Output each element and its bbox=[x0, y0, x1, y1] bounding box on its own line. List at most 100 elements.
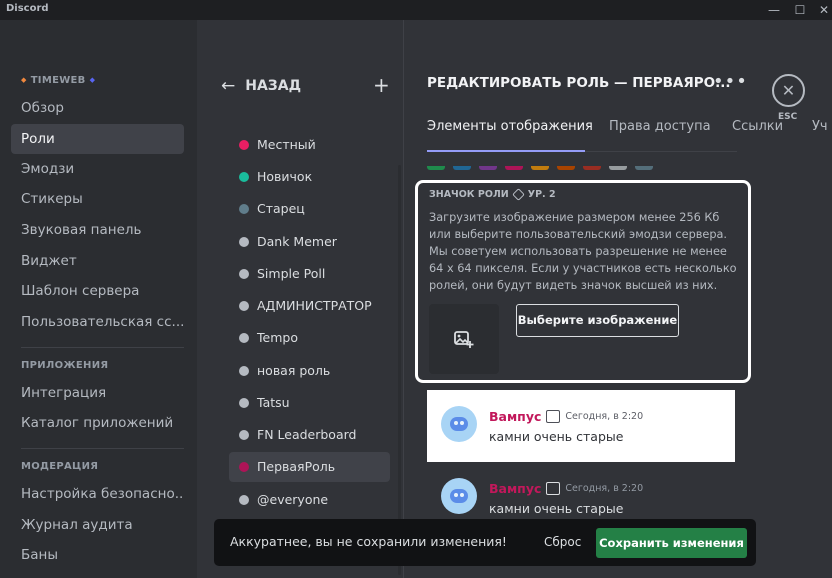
color-swatch[interactable] bbox=[557, 166, 575, 170]
role-icon-placeholder-icon bbox=[546, 410, 561, 423]
sidebar-item-emoji[interactable]: Эмодзи bbox=[11, 154, 184, 184]
more-icon[interactable]: ••• bbox=[713, 71, 748, 92]
tab-display[interactable]: Элементы отображения bbox=[427, 119, 593, 134]
role-color-dot bbox=[239, 462, 249, 472]
color-swatch[interactable] bbox=[479, 166, 497, 170]
role-color-dot bbox=[239, 430, 249, 440]
boost-gem-icon bbox=[511, 188, 525, 201]
unsaved-warning: Аккуратнее, вы не сохранили изменения! bbox=[230, 534, 507, 549]
role-item[interactable]: Старец bbox=[229, 194, 390, 224]
role-item[interactable]: Tatsu bbox=[229, 388, 390, 418]
maximize-button[interactable]: ☐ bbox=[788, 0, 812, 20]
role-name: Местный bbox=[257, 137, 316, 152]
role-item[interactable]: FN Leaderboard bbox=[229, 420, 390, 450]
scrollbar[interactable] bbox=[398, 165, 401, 575]
minimize-button[interactable]: — bbox=[762, 0, 786, 20]
sidebar-item-audit-log[interactable]: Журнал аудита bbox=[11, 510, 184, 540]
role-name: Simple Poll bbox=[257, 266, 326, 281]
role-color-dot bbox=[239, 172, 249, 182]
moderation-heading: МОДЕРАЦИЯ bbox=[21, 461, 99, 472]
active-tab-indicator bbox=[427, 150, 585, 152]
sidebar-item-safety-setup[interactable]: Настройка безопасно... bbox=[11, 479, 184, 509]
message-author: Вампус bbox=[489, 481, 542, 496]
role-item[interactable]: Tempo bbox=[229, 323, 390, 353]
close-window-button[interactable]: ✕ bbox=[812, 0, 832, 20]
role-icon-card: ЗНАЧОК РОЛИ УР. 2 Загрузите изображение … bbox=[415, 180, 751, 383]
sidebar-divider bbox=[21, 448, 184, 449]
role-item[interactable]: Simple Poll bbox=[229, 259, 390, 289]
color-swatch[interactable] bbox=[453, 166, 471, 170]
preview-message: Вампус Сегодня, в 2:20 камни очень стары… bbox=[441, 406, 643, 444]
color-swatch[interactable] bbox=[505, 166, 523, 170]
sidebar-item-bans[interactable]: Баны bbox=[11, 540, 184, 570]
sidebar-item-widget[interactable]: Виджет bbox=[11, 246, 184, 276]
sidebar-item-custom-link[interactable]: Пользовательская сс... bbox=[11, 307, 184, 337]
sidebar-item-server-template[interactable]: Шаблон сервера bbox=[11, 276, 184, 306]
role-name: Новичок bbox=[257, 169, 313, 184]
tab-links[interactable]: Ссылки bbox=[732, 119, 783, 134]
arrow-left-icon: ← bbox=[221, 76, 236, 96]
message-text: камни очень старые bbox=[489, 501, 624, 516]
tab-permissions[interactable]: Права доступа bbox=[609, 119, 711, 134]
unsaved-changes-bar: Аккуратнее, вы не сохранили изменения! С… bbox=[214, 519, 756, 566]
role-name: Старец bbox=[257, 201, 305, 216]
sidebar-item-integrations[interactable]: Интеграция bbox=[11, 378, 184, 408]
page-title: РЕДАКТИРОВАТЬ РОЛЬ — ПЕРВАЯРО... bbox=[427, 75, 731, 91]
message-text: камни очень старые bbox=[489, 429, 624, 444]
role-item[interactable]: ПерваяРоль bbox=[229, 452, 390, 482]
role-name: Tatsu bbox=[257, 395, 290, 410]
sidebar-item-soundboard[interactable]: Звуковая панель bbox=[11, 215, 184, 245]
preview-message: Вампус Сегодня, в 2:20 камни очень стары… bbox=[441, 478, 643, 516]
sidebar-item-roles[interactable]: Роли bbox=[11, 124, 184, 154]
sidebar-item-stickers[interactable]: Стикеры bbox=[11, 184, 184, 214]
message-author: Вампус bbox=[489, 409, 542, 424]
avatar bbox=[441, 406, 477, 442]
choose-image-button[interactable]: Выберите изображение bbox=[516, 304, 679, 337]
role-item[interactable]: Новичок bbox=[229, 162, 390, 192]
icon-upload-area[interactable] bbox=[429, 304, 499, 374]
tab-members[interactable]: Уч bbox=[812, 119, 828, 134]
role-color-dot bbox=[239, 204, 249, 214]
server-name-heading: ◆ TIMEWEB ◆ bbox=[21, 75, 96, 86]
role-name: Tempo bbox=[257, 330, 298, 345]
color-swatch[interactable] bbox=[427, 166, 445, 170]
color-swatch[interactable] bbox=[583, 166, 601, 170]
title-bar: Discord — ☐ ✕ bbox=[0, 0, 832, 20]
apps-heading: ПРИЛОЖЕНИЯ bbox=[21, 360, 109, 371]
image-add-icon bbox=[454, 331, 474, 348]
role-icon-description: Загрузите изображение размером менее 256… bbox=[429, 211, 737, 292]
sidebar-item-overview[interactable]: Обзор bbox=[11, 93, 184, 123]
role-item[interactable]: новая роль bbox=[229, 356, 390, 386]
save-changes-button[interactable]: Сохранить изменения bbox=[596, 528, 747, 558]
boost-diamond-icon: ◆ bbox=[21, 76, 27, 84]
role-icon-heading: ЗНАЧОК РОЛИ УР. 2 bbox=[429, 188, 556, 201]
role-item[interactable]: АДМИНИСТРАТОР bbox=[229, 291, 390, 321]
color-swatch[interactable] bbox=[635, 166, 653, 170]
role-item[interactable]: Dank Memer bbox=[229, 227, 390, 257]
back-label: НАЗАД bbox=[245, 78, 302, 94]
role-name: новая роль bbox=[257, 363, 331, 378]
color-swatch[interactable] bbox=[609, 166, 627, 170]
role-color-dot bbox=[239, 333, 249, 343]
role-name: FN Leaderboard bbox=[257, 427, 357, 442]
back-button[interactable]: ← НАЗАД bbox=[221, 76, 301, 96]
level-badge: УР. 2 bbox=[511, 188, 556, 201]
role-item[interactable]: Местный bbox=[229, 130, 390, 160]
role-name: АДМИНИСТРАТОР bbox=[257, 298, 372, 313]
reset-button[interactable]: Сброс bbox=[544, 535, 581, 549]
role-color-dot bbox=[239, 301, 249, 311]
sidebar-item-app-directory[interactable]: Каталог приложений bbox=[11, 408, 184, 438]
plus-icon[interactable]: + bbox=[373, 73, 390, 97]
role-color-dot bbox=[239, 398, 249, 408]
message-timestamp: Сегодня, в 2:20 bbox=[565, 411, 644, 422]
color-swatch[interactable] bbox=[531, 166, 549, 170]
roles-list-panel: ← НАЗАД + Местный Новичок Старец Dank Memer… bbox=[197, 20, 404, 578]
message-timestamp: Сегодня, в 2:20 bbox=[565, 483, 644, 494]
boost-diamond-icon: ◆ bbox=[89, 76, 96, 84]
role-item[interactable]: @everyone bbox=[229, 485, 390, 515]
sidebar-divider bbox=[21, 347, 184, 348]
role-color-dot bbox=[239, 269, 249, 279]
role-name: Dank Memer bbox=[257, 234, 337, 249]
role-name: @everyone bbox=[257, 492, 329, 507]
close-icon[interactable]: ✕ bbox=[772, 74, 805, 107]
